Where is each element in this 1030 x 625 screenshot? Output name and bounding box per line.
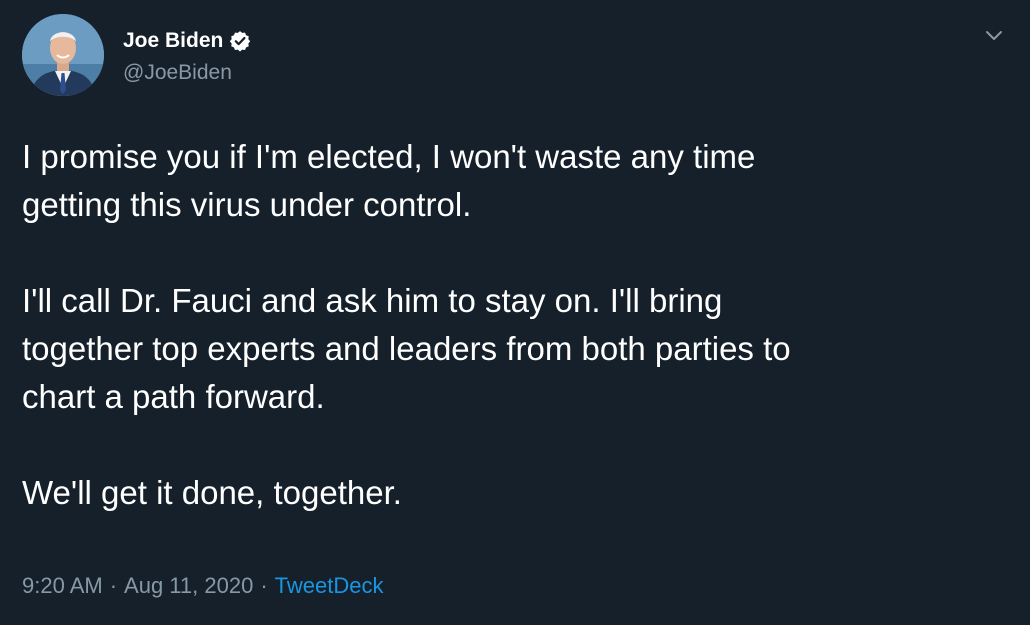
- tweet-paragraph: I'll call Dr. Fauci and ask him to stay …: [22, 282, 791, 415]
- tweet-date[interactable]: Aug 11, 2020: [124, 573, 253, 598]
- avatar-image: [22, 14, 104, 96]
- tweet-time[interactable]: 9:20 AM: [22, 573, 103, 598]
- tweet-paragraph: I promise you if I'm elected, I won't wa…: [22, 138, 756, 223]
- tweet-paragraph: We'll get it done, together.: [22, 474, 402, 511]
- tweet-text: I promise you if I'm elected, I won't wa…: [22, 133, 1012, 517]
- verified-badge-icon: [229, 30, 251, 52]
- chevron-down-icon[interactable]: [981, 22, 1007, 48]
- tweet-meta: 9:20 AM · Aug 11, 2020 · TweetDeck: [22, 571, 383, 601]
- author-display-name[interactable]: Joe Biden: [123, 28, 223, 54]
- meta-separator: ·: [109, 573, 118, 598]
- author-name-row: Joe Biden: [123, 26, 251, 56]
- tweet-source-link[interactable]: TweetDeck: [275, 573, 384, 598]
- tweet-card: Joe Biden @JoeBiden I promise you if I'm…: [0, 0, 1030, 625]
- author-handle[interactable]: @JoeBiden: [123, 60, 232, 86]
- meta-separator: ·: [260, 573, 268, 598]
- avatar[interactable]: [22, 14, 104, 96]
